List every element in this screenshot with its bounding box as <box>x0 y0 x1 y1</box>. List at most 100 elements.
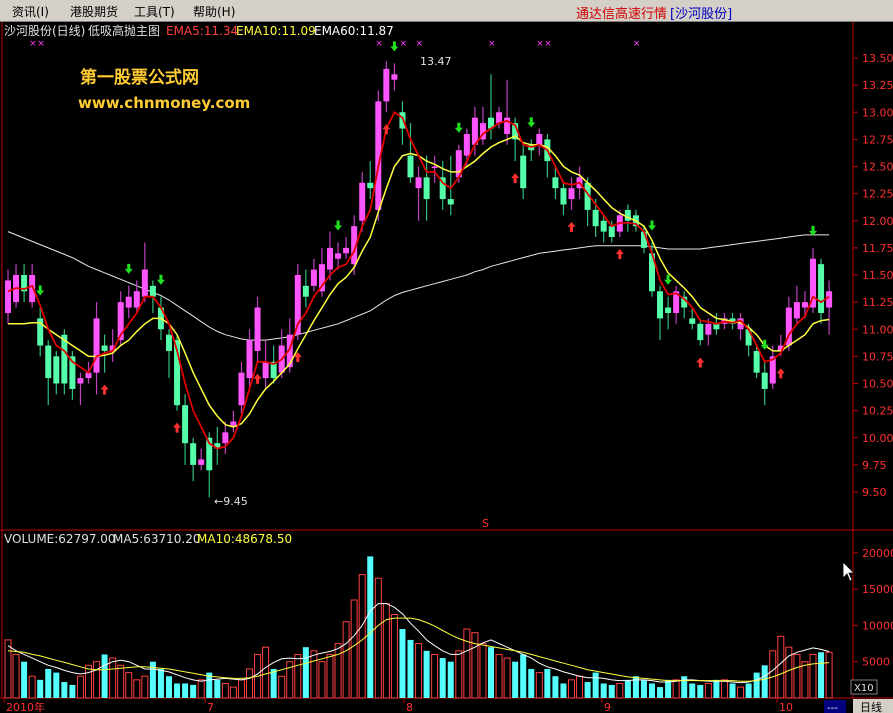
volume-bar <box>608 684 615 698</box>
candle-body <box>520 155 527 189</box>
candle-body <box>793 302 800 319</box>
cross-marker-icon: × <box>37 39 45 49</box>
price-tick-label: 10.75 <box>862 350 893 363</box>
candle-body <box>818 264 825 313</box>
indicator-name: 低吸高抛主图 <box>88 23 160 38</box>
volume-bar <box>37 679 44 698</box>
volume-bar <box>53 672 60 698</box>
price-tick-label: 13.50 <box>862 52 893 65</box>
price-tick-label: 10.00 <box>862 432 893 445</box>
price-tick-label: 9.50 <box>862 486 887 499</box>
time-tick-label: 7 <box>207 701 214 713</box>
candle-body <box>310 269 317 286</box>
candle-body <box>101 345 108 351</box>
candle-body <box>53 356 60 384</box>
price-tick-label: 12.00 <box>862 215 893 228</box>
volume-bar <box>624 679 631 698</box>
s-marker: S <box>482 517 489 530</box>
time-tick-label: 10 <box>779 701 793 713</box>
volume-bar <box>61 682 68 698</box>
volume-bar <box>367 556 374 698</box>
volume-bar <box>512 661 519 698</box>
cross-marker-icon: × <box>633 39 641 49</box>
volume-bar <box>182 683 189 698</box>
candle-body <box>560 188 567 205</box>
menu-tools[interactable]: 工具(T) <box>134 3 175 20</box>
volume-bar <box>302 647 309 698</box>
price-tick-label: 10.25 <box>862 405 893 418</box>
volume-bar <box>818 652 825 698</box>
price-tick-label: 11.00 <box>862 323 893 336</box>
candle-body <box>496 112 503 124</box>
volume-bar <box>69 684 76 698</box>
price-tick-label: 10.50 <box>862 378 893 391</box>
candle-body <box>705 323 712 335</box>
candle-body <box>407 155 414 178</box>
volume-bar <box>166 676 172 698</box>
candle-body <box>608 226 615 238</box>
volume-bar <box>713 679 720 698</box>
candle-body <box>391 74 398 80</box>
candle-body <box>536 133 543 145</box>
stock-label: 沙河股份(日线) <box>4 24 85 38</box>
candle-body <box>327 247 333 270</box>
candle-body <box>689 318 696 324</box>
period-button-label: 日线 <box>860 700 882 713</box>
menu-help[interactable]: 帮助(H) <box>193 3 235 20</box>
volume-bar <box>640 679 647 698</box>
volume-bar <box>447 661 454 698</box>
volume-tick-label: 15000 <box>862 583 893 596</box>
watermark-url: www.chnmoney.com <box>78 94 250 112</box>
candle-body <box>761 372 768 389</box>
ema60-legend: EMA60:11.87 <box>314 24 394 38</box>
candle-body <box>447 199 454 205</box>
ema5-legend: EMA5:11.34 <box>166 24 238 38</box>
scroll-button-label: --- <box>827 703 838 713</box>
price-tick-label: 11.50 <box>862 269 893 282</box>
candle-body <box>399 112 406 129</box>
cross-marker-icon: × <box>544 39 552 49</box>
candle-body <box>254 307 261 351</box>
volume-ma5-legend: MA5:63710.20 <box>113 532 201 546</box>
candle-body <box>801 302 808 308</box>
time-tick-label: 9 <box>604 701 611 713</box>
volume-unit: X10 <box>854 683 874 694</box>
candle-body <box>568 188 575 200</box>
menu-bar: 资讯(I) 港股期货 工具(T) 帮助(H) 通达信高速行情 [沙河股份] <box>0 0 893 22</box>
candle-body <box>198 459 205 465</box>
ema10-legend: EMA10:11.09 <box>236 24 316 38</box>
price-tick-label: 12.75 <box>862 133 893 146</box>
volume-bar <box>560 683 567 698</box>
candle-body <box>753 350 760 373</box>
volume-bar <box>174 683 181 698</box>
volume-bar <box>649 683 655 698</box>
volume-bar <box>753 672 760 698</box>
menu-hk-futures[interactable]: 港股期货 <box>70 3 118 20</box>
candle-body <box>431 166 438 168</box>
candle-body <box>5 280 11 313</box>
candle-body <box>133 291 140 308</box>
volume-ma10-legend: MA10:48678.50 <box>197 532 292 546</box>
menu-info[interactable]: 资讯(I) <box>12 3 49 20</box>
volume-bar <box>423 650 430 698</box>
volume-bar <box>584 682 591 698</box>
candle-body <box>182 405 189 444</box>
watermark-title: 第一股票公式网 <box>80 67 199 88</box>
candle-body <box>415 177 422 189</box>
kline-chart[interactable]: 13.50 13.25 13.00 12.75 12.50 12.25 12.00 11.75… <box>0 22 893 713</box>
candle-body <box>302 285 309 297</box>
volume-bar <box>439 658 446 698</box>
candle-body <box>149 285 156 297</box>
volume-bar <box>520 654 527 698</box>
price-tick-label: 13.25 <box>862 79 893 92</box>
volume-bar <box>657 687 664 698</box>
candle-body <box>463 133 470 156</box>
candle-body <box>343 247 350 254</box>
volume-bar <box>407 639 414 698</box>
app-title: 通达信高速行情 <box>575 7 667 22</box>
cross-marker-icon: × <box>375 39 383 49</box>
volume-bar <box>729 683 736 698</box>
price-tick-label: 11.25 <box>862 296 893 309</box>
volume-bar <box>697 684 704 698</box>
volume-bar <box>45 668 52 698</box>
